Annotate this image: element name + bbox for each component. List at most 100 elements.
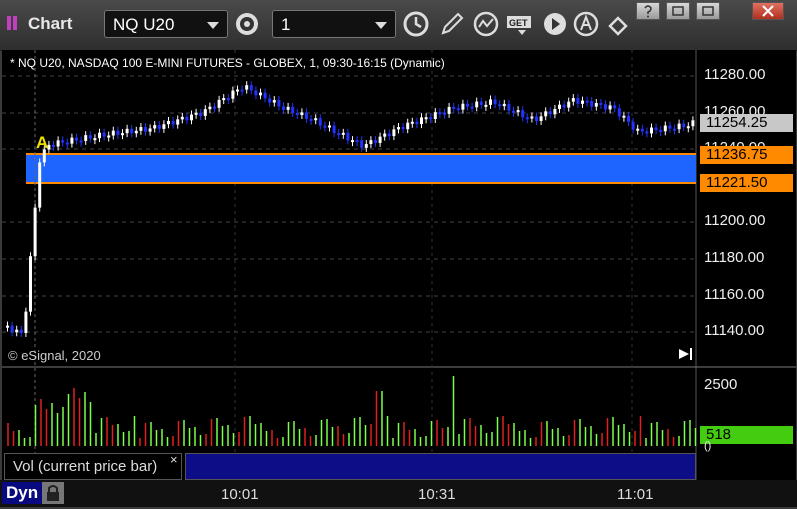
restore-window-button[interactable] [666, 2, 690, 20]
alert-a-icon[interactable] [572, 10, 600, 38]
candle-body [387, 133, 391, 137]
candle-body [558, 104, 561, 109]
close-window-button[interactable] [752, 2, 784, 20]
volume-study-bar[interactable] [185, 453, 696, 480]
candle-body [107, 135, 111, 138]
candle-body [148, 128, 152, 132]
candle-body [530, 116, 534, 119]
candle-body [263, 92, 267, 99]
candle-body [659, 130, 663, 133]
close-icon [762, 5, 774, 17]
settings-gear-icon[interactable] [233, 10, 261, 38]
candle-body [116, 130, 120, 135]
price-axis-label: 11280.00 [704, 66, 766, 83]
candle-body [282, 106, 285, 110]
symbol-combobox[interactable]: NQ U20 [104, 10, 228, 38]
candle-body [613, 105, 617, 109]
candle-body [594, 102, 598, 107]
candle-body [144, 127, 147, 132]
get-icon-label: GET [509, 18, 528, 28]
price-chart-panel[interactable]: A [2, 50, 796, 480]
candle-body [300, 112, 304, 116]
candle-body [79, 140, 83, 143]
candle-body [130, 128, 134, 134]
candle-body [682, 123, 686, 128]
window-titlebar: Chart NQ U20 1 GET [0, 0, 797, 51]
candle-body [84, 135, 88, 141]
candle-body [185, 116, 189, 121]
pencil-icon[interactable] [438, 10, 466, 38]
copyright-text: © eSignal, 2020 [8, 348, 101, 363]
candle-body [360, 140, 364, 148]
volume-close-icon[interactable]: × [170, 452, 178, 467]
volume-legend[interactable]: Vol (current price bar) [4, 453, 182, 480]
question-icon [644, 5, 652, 18]
price-zone[interactable] [26, 154, 696, 183]
time-axis [0, 480, 797, 507]
candle-body [217, 99, 221, 108]
volume-sub-label: () [704, 440, 712, 452]
volume-legend-label: Vol (current price bar) [13, 458, 158, 475]
candle-body [392, 129, 396, 137]
minimize-button[interactable] [696, 2, 720, 20]
link-icon[interactable] [604, 10, 632, 38]
marker-a[interactable]: A [36, 133, 48, 152]
play-icon[interactable] [541, 10, 569, 38]
candle-body [75, 137, 78, 141]
candle-body [438, 112, 442, 115]
price-axis-label: 11160.00 [704, 286, 765, 303]
candle-body [663, 125, 667, 132]
candle-body [61, 140, 65, 143]
interval-combobox[interactable]: 1 [272, 10, 396, 38]
restore-icon [672, 6, 684, 16]
price-axis-label: 11200.00 [704, 212, 766, 229]
candle-body [98, 132, 101, 139]
candle-body [673, 128, 676, 131]
dynamic-mode-button[interactable]: Dyn [2, 482, 42, 504]
minimize-icon [702, 6, 714, 16]
candle-body [314, 118, 318, 121]
app-title: Chart [28, 14, 73, 33]
candle-body [249, 85, 253, 91]
candle-body [240, 89, 244, 92]
candle-body [627, 115, 630, 122]
lock-button[interactable] [42, 482, 64, 504]
candle-body [153, 125, 157, 129]
zone-bottom-badge: 11221.50 [700, 174, 793, 192]
candle-body [383, 133, 387, 137]
candle-body [199, 112, 203, 116]
candle-body [33, 207, 37, 257]
candle-body [378, 136, 382, 143]
get-icon[interactable]: GET [506, 10, 536, 38]
candle-body [93, 138, 97, 141]
candle-body [571, 98, 575, 102]
candle-body [194, 112, 198, 115]
candle-body [456, 108, 460, 111]
clock-icon[interactable] [402, 10, 430, 38]
candle-body [544, 111, 548, 117]
candle-body [332, 125, 336, 134]
candle-body [452, 106, 456, 109]
help-button[interactable] [636, 2, 660, 20]
study-icon[interactable] [472, 10, 500, 38]
candle-body [309, 118, 313, 121]
candle-body [121, 133, 124, 136]
candle-body [539, 116, 543, 121]
lock-icon [47, 485, 59, 501]
candle-body [512, 110, 515, 113]
chevron-down-icon [375, 22, 387, 29]
candle-body [19, 329, 23, 333]
candle-body [24, 311, 28, 333]
time-label: 10:01 [221, 486, 259, 503]
candle-body [521, 110, 525, 118]
candle-body [346, 132, 350, 141]
candle-body [180, 116, 184, 120]
candle-body [406, 122, 410, 130]
candle-body [272, 100, 276, 103]
candle-body [590, 101, 594, 107]
candle-body [631, 121, 635, 130]
candle-body [479, 101, 483, 105]
candle-body [157, 125, 161, 129]
candle-body [38, 162, 42, 208]
candle-body [341, 132, 345, 135]
